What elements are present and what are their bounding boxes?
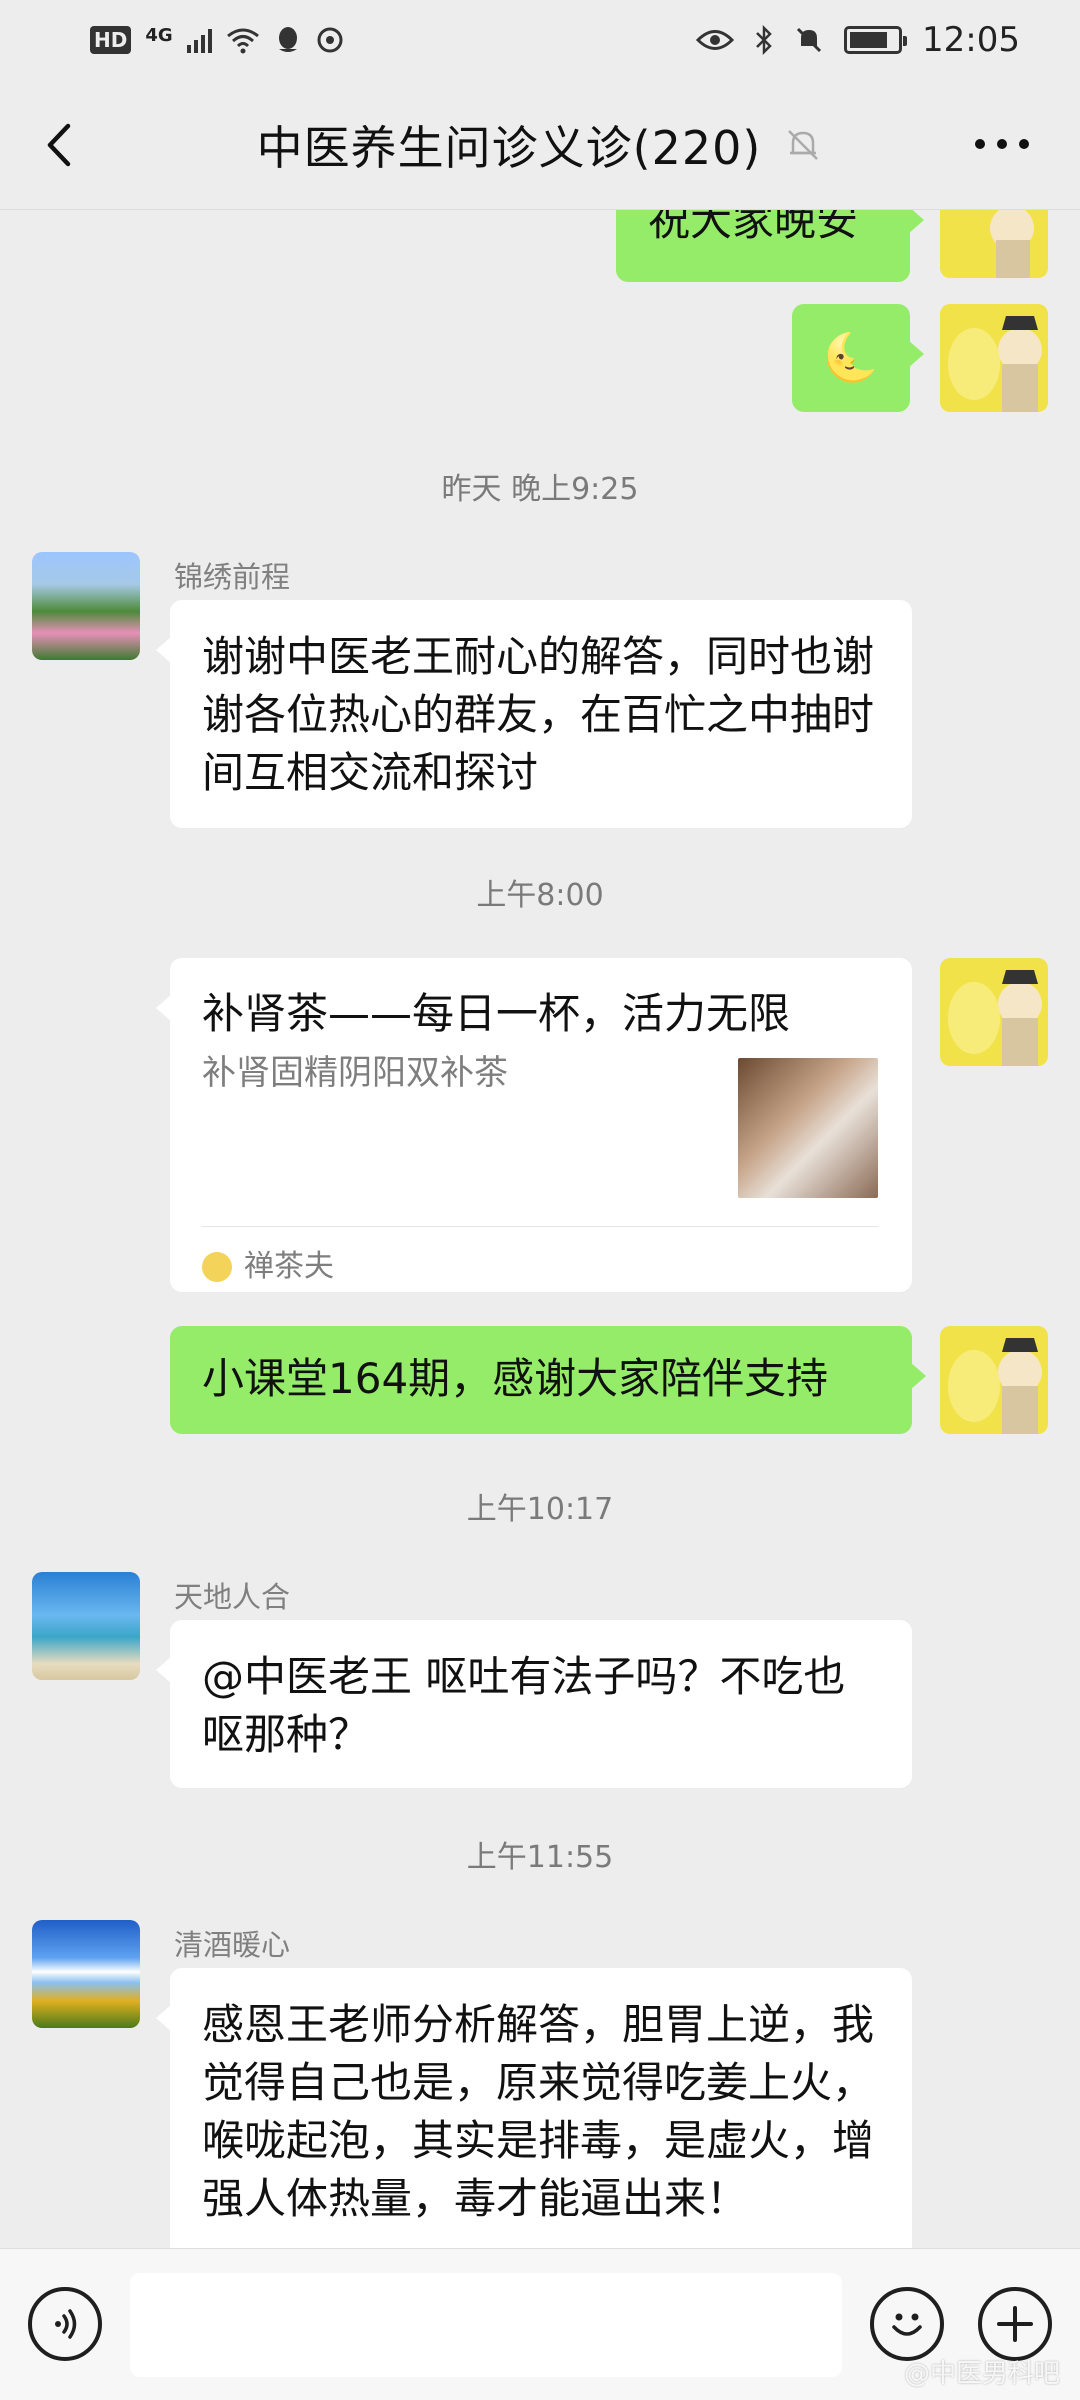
message-bubble-emoji[interactable]: 🌜 <box>792 304 924 412</box>
wifi-icon <box>226 28 259 54</box>
moon-emoji: 🌜 <box>822 330 880 384</box>
plus-button[interactable] <box>978 2287 1052 2361</box>
eye-icon <box>696 30 735 50</box>
chat-header: 中医养生问诊义诊(220) <box>0 80 1080 210</box>
emoji-icon <box>892 2313 922 2336</box>
hd-badge: HD <box>90 26 132 54</box>
avatar-qingjiu[interactable] <box>32 1920 140 2028</box>
avatar-self[interactable] <box>940 304 1048 412</box>
card-source: 禅茶夫 <box>202 1238 334 1296</box>
chat-title: 中医养生问诊义诊(220) <box>256 120 762 175</box>
message-text: 小课堂164期，感谢大家陪伴支持 <box>202 1354 829 1403</box>
status-time: 12:05 <box>922 20 1020 60</box>
avatar-self[interactable] <box>940 210 1048 278</box>
voice-button[interactable] <box>28 2287 102 2361</box>
message-bubble-thanks[interactable]: 谢谢中医老王耐心的解答，同时也谢谢各位热心的群友，在百忙之中抽时间互相交流和探讨 <box>156 600 912 828</box>
plus-icon <box>997 2306 1033 2342</box>
battery-icon <box>844 26 908 54</box>
network-label: 4G <box>145 25 173 46</box>
avatar-tiandi[interactable] <box>32 1572 140 1680</box>
message-text: @中医老王 呕吐有法子吗？不吃也呕那种？ <box>202 1652 846 1759</box>
bluetooth-icon <box>756 25 772 55</box>
message-text: 感恩王老师分析解答，胆胃上逆，我觉得自己也是，原来觉得吃姜上火，喉咙起泡，其实是… <box>202 2000 875 2223</box>
card-source-name: 禅茶夫 <box>244 1249 334 1284</box>
message-text: 祝大家晚安 <box>648 210 859 245</box>
timestamp: 上午11:55 <box>466 1840 614 1875</box>
message-input[interactable] <box>130 2273 842 2377</box>
timestamp: 上午10:17 <box>466 1492 614 1527</box>
message-bubble-goodnight[interactable]: 祝大家晚安 <box>616 210 924 282</box>
qq-icon <box>278 27 297 52</box>
mute-bell-icon <box>788 129 819 160</box>
mute-status-icon <box>796 27 822 53</box>
card-title: 补肾茶——每日一杯，活力无限 <box>202 989 791 1038</box>
message-bubble-gratitude[interactable]: 感恩王老师分析解答，胆胃上逆，我觉得自己也是，原来觉得吃姜上火，喉咙起泡，其实是… <box>156 1968 912 2248</box>
avatar-jinxiu[interactable] <box>32 552 140 660</box>
avatar-self[interactable] <box>940 1326 1048 1434</box>
back-arrow-icon[interactable] <box>36 120 86 170</box>
message-list[interactable]: 祝大家晚安 🌜 昨天 晚上9:25 锦绣前程 谢谢中医老王耐心的解答，同时也谢谢… <box>0 210 1080 2248</box>
timestamp: 上午8:00 <box>476 878 604 913</box>
status-right: 12:05 <box>696 20 1020 60</box>
link-card[interactable]: 补肾茶——每日一杯，活力无限 补肾固精阴阳双补茶 禅茶夫 <box>156 958 912 1292</box>
card-thumbnail <box>738 1058 878 1198</box>
status-left: HD 4G <box>90 25 344 55</box>
message-bubble-class[interactable]: 小课堂164期，感谢大家陪伴支持 <box>170 1326 926 1434</box>
source-app-icon <box>202 1252 232 1282</box>
hotspot-icon <box>317 27 343 53</box>
emoji-button[interactable] <box>870 2287 944 2361</box>
sender-name: 锦绣前程 <box>174 560 291 594</box>
watermark: @中医男科吧 <box>903 2359 1060 2389</box>
signal-icon <box>186 27 212 53</box>
status-bar: HD 4G 12:05 <box>0 0 1080 80</box>
message-text: 谢谢中医老王耐心的解答，同时也谢谢各位热心的群友，在百忙之中抽时间互相交流和探讨 <box>202 632 875 797</box>
voice-icon <box>55 2309 77 2339</box>
message-bubble-question[interactable]: @中医老王 呕吐有法子吗？不吃也呕那种？ <box>156 1620 912 1788</box>
input-bar: @中医男科吧 <box>0 2248 1080 2400</box>
card-divider <box>202 1226 878 1227</box>
more-icon[interactable] <box>972 132 1032 156</box>
timestamp: 昨天 晚上9:25 <box>441 472 639 507</box>
sender-name: 天地人合 <box>174 1580 291 1614</box>
sender-name: 清酒暖心 <box>174 1928 291 1962</box>
avatar-self[interactable] <box>940 958 1048 1066</box>
